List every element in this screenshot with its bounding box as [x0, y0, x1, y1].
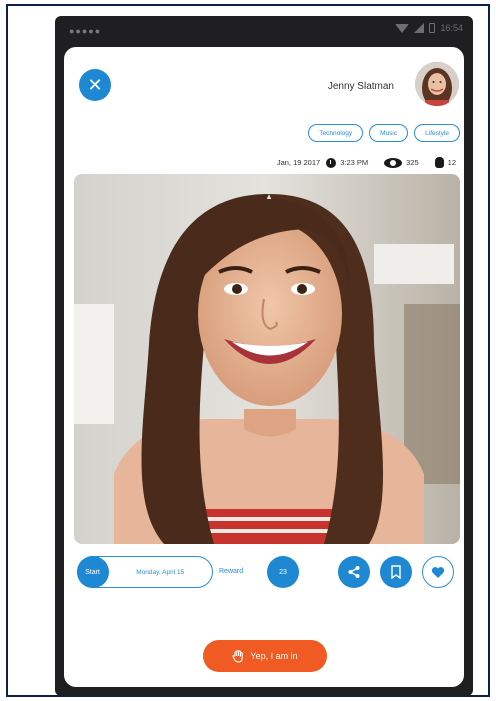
wifi-icon [395, 23, 410, 33]
tag-music[interactable]: Music [369, 124, 409, 142]
share-icon [348, 566, 360, 578]
tag-list: Technology Music Lifestyle [308, 124, 460, 142]
share-button[interactable] [338, 556, 370, 588]
close-button[interactable]: ✕ [79, 69, 111, 101]
status-time: 16:54 [440, 23, 463, 33]
phone-device: ●●●●● 16:54 ✕ Jenny Slatman Technology M… [55, 16, 473, 696]
screenshot-frame: ●●●●● 16:54 ✕ Jenny Slatman Technology M… [6, 4, 490, 697]
like-button[interactable] [422, 556, 454, 588]
status-bar: ●●●●● 16:54 [55, 16, 473, 46]
views-group: 325 [374, 157, 419, 168]
avatar[interactable] [415, 62, 459, 106]
join-button-label: Yep, I am in [250, 651, 298, 661]
hand-icon [434, 157, 444, 168]
status-icons: 16:54 [395, 23, 463, 33]
post-time: 3:23 PM [340, 158, 369, 167]
hand-icon [232, 649, 244, 663]
reward-label: Reward [219, 568, 244, 575]
start-date-picker[interactable]: Start Monday, April 15 [76, 556, 213, 588]
signal-dots: ●●●●● [69, 26, 102, 36]
bookmark-button[interactable] [380, 556, 412, 588]
join-button[interactable]: Yep, I am in [203, 640, 327, 672]
joins-group: 12 [425, 157, 456, 168]
action-row: Start Monday, April 15 Reward 23 [64, 556, 464, 590]
reward-count: 23 [267, 556, 299, 588]
tag-technology[interactable]: Technology [308, 124, 364, 142]
tag-lifestyle[interactable]: Lifestyle [414, 124, 460, 142]
portrait-photo [74, 174, 460, 544]
post-meta: Jan, 19 2017 3:23 PM 325 12 [277, 157, 456, 168]
post-time-group: 3:23 PM [326, 157, 369, 168]
author-name: Jenny Slatman [327, 81, 394, 92]
eye-icon [384, 157, 403, 168]
clock-icon [326, 157, 337, 168]
avatar-portrait [415, 62, 459, 106]
heart-icon [431, 566, 445, 578]
battery-icon [429, 23, 436, 33]
bookmark-icon [391, 565, 401, 579]
close-icon: ✕ [87, 75, 103, 95]
post-photo [74, 174, 460, 544]
signal-icon [414, 23, 425, 33]
post-date: Jan, 19 2017 [276, 158, 321, 167]
views-count: 325 [406, 158, 419, 167]
start-button[interactable]: Start [76, 556, 109, 588]
post-card: ✕ Jenny Slatman Technology Music Lifesty… [64, 47, 464, 687]
start-date: Monday, April 15 [136, 568, 185, 576]
joins-count: 12 [447, 158, 456, 167]
